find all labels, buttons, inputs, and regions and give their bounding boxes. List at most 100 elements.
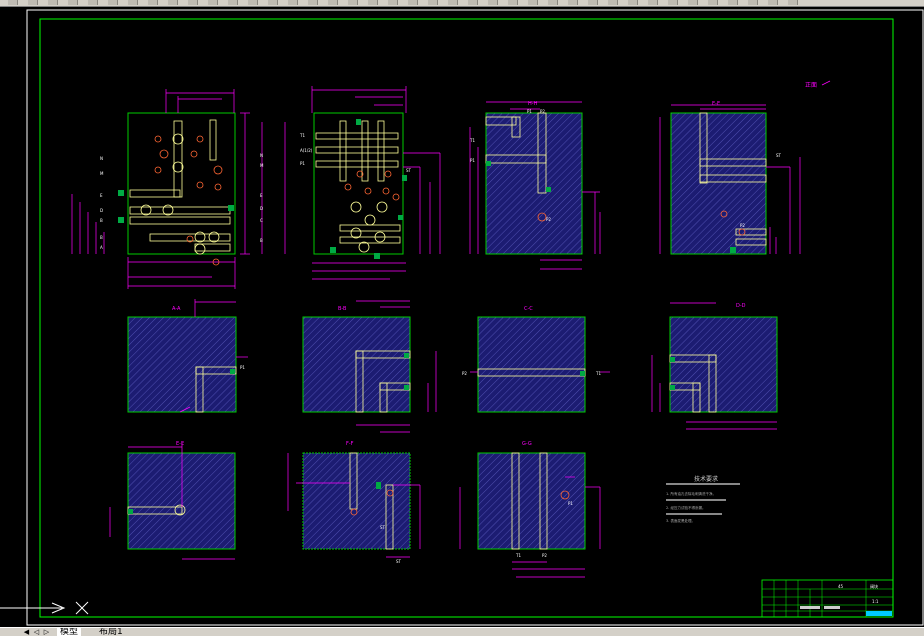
svg-text:E-E: E-E bbox=[712, 101, 720, 107]
view-side: T1 A(1/2) P1 ST bbox=[299, 86, 441, 280]
svg-text:D-D: D-D bbox=[736, 303, 746, 309]
toolbar-button[interactable] bbox=[108, 0, 118, 5]
view-e-e-bottom: E-E bbox=[109, 441, 236, 560]
svg-text:N: N bbox=[260, 153, 263, 158]
svg-text:T1: T1 bbox=[515, 553, 521, 558]
svg-text:P2: P2 bbox=[540, 109, 545, 114]
drawing-canvas[interactable]: 正面 NME DBBA NMEDCB T1 A(1/2) P1 ST H-H T… bbox=[0, 7, 924, 627]
svg-text:D: D bbox=[100, 208, 103, 213]
svg-text:T1: T1 bbox=[595, 371, 601, 376]
toolbar-button[interactable] bbox=[68, 0, 78, 5]
toolbar-button[interactable] bbox=[548, 0, 558, 5]
toolbar-button[interactable] bbox=[488, 0, 498, 5]
svg-text:ST: ST bbox=[380, 525, 386, 530]
view-g-g: G-G T1 P2 P1 bbox=[459, 441, 601, 578]
svg-text:T1: T1 bbox=[299, 133, 305, 138]
svg-text:P1: P1 bbox=[568, 501, 573, 506]
toolbar-button[interactable] bbox=[168, 0, 178, 5]
svg-text:A(1/2): A(1/2) bbox=[300, 148, 313, 153]
svg-text:1:1: 1:1 bbox=[872, 599, 879, 604]
toolbar-button[interactable] bbox=[348, 0, 358, 5]
toolbar-button[interactable] bbox=[288, 0, 298, 5]
svg-text:B: B bbox=[260, 238, 263, 243]
toolbar-button[interactable] bbox=[8, 0, 18, 5]
svg-text:A-A: A-A bbox=[172, 306, 181, 312]
toolbar-button[interactable] bbox=[368, 0, 378, 5]
svg-text:B: B bbox=[100, 235, 103, 240]
svg-text:B: B bbox=[100, 218, 103, 223]
svg-text:M: M bbox=[100, 171, 104, 176]
svg-text:C: C bbox=[260, 218, 263, 223]
svg-text:P2: P2 bbox=[546, 217, 551, 222]
toolbar-button[interactable] bbox=[608, 0, 618, 5]
svg-text:1. 所有油孔去除毛刺清洗干净。: 1. 所有油孔去除毛刺清洗干净。 bbox=[666, 491, 716, 496]
toolbar-button[interactable] bbox=[128, 0, 138, 5]
svg-text:C-C: C-C bbox=[524, 306, 533, 312]
toolbar-button[interactable] bbox=[788, 0, 798, 5]
toolbar-button[interactable] bbox=[648, 0, 658, 5]
view-c-c: C-C P2 T1 bbox=[462, 306, 610, 413]
svg-text:技术要求: 技术要求 bbox=[694, 475, 718, 483]
toolbar-button[interactable] bbox=[768, 0, 778, 5]
svg-text:阀块: 阀块 bbox=[870, 583, 878, 589]
svg-text:3. 表面发黑处理。: 3. 表面发黑处理。 bbox=[666, 518, 695, 523]
view-a-a: A-A P1 bbox=[127, 299, 248, 413]
svg-text:D: D bbox=[260, 206, 263, 211]
svg-text:E: E bbox=[260, 193, 263, 198]
toolbar-button[interactable] bbox=[628, 0, 638, 5]
svg-text:P1: P1 bbox=[300, 161, 305, 166]
toolbar-button[interactable] bbox=[568, 0, 578, 5]
toolbar-button[interactable] bbox=[48, 0, 58, 5]
svg-text:P1: P1 bbox=[240, 365, 245, 370]
svg-text:A: A bbox=[100, 245, 103, 250]
ucs-axis-icon bbox=[0, 601, 89, 615]
toolbar-button[interactable] bbox=[228, 0, 238, 5]
toolbar-button[interactable] bbox=[208, 0, 218, 5]
svg-text:P2: P2 bbox=[542, 553, 547, 558]
toolbar-button[interactable] bbox=[448, 0, 458, 5]
svg-text:N: N bbox=[100, 156, 103, 161]
toolbar-button[interactable] bbox=[668, 0, 678, 5]
toolbar-button[interactable] bbox=[508, 0, 518, 5]
toolbar-button[interactable] bbox=[328, 0, 338, 5]
toolbar-button[interactable] bbox=[248, 0, 258, 5]
toolbar-button[interactable] bbox=[188, 0, 198, 5]
toolbar-button[interactable] bbox=[468, 0, 478, 5]
view-f-f: F-F ST ST bbox=[287, 441, 421, 564]
svg-text:M: M bbox=[260, 163, 264, 168]
toolbar-button[interactable] bbox=[308, 0, 318, 5]
view-h-h: H-H T1P1 P1 P2 P2 bbox=[469, 101, 601, 270]
title-block: 45 阀块 1:1 bbox=[761, 579, 894, 618]
view-e-e-top: E-E ST P2 bbox=[659, 101, 801, 255]
svg-text:P1: P1 bbox=[527, 109, 532, 114]
svg-text:ST: ST bbox=[776, 153, 782, 158]
toolbar-button[interactable] bbox=[28, 0, 38, 5]
toolbar-button[interactable] bbox=[688, 0, 698, 5]
svg-text:45: 45 bbox=[838, 584, 844, 589]
view-d-d: D-D bbox=[651, 302, 778, 430]
view-front: NME DBBA NMEDCB bbox=[71, 89, 286, 289]
toolbar-button[interactable] bbox=[408, 0, 418, 5]
toolbar-button[interactable] bbox=[728, 0, 738, 5]
toolbar-button[interactable] bbox=[88, 0, 98, 5]
svg-text:P2: P2 bbox=[462, 371, 467, 376]
svg-text:B-B: B-B bbox=[338, 306, 347, 312]
svg-text:E-E: E-E bbox=[176, 441, 184, 447]
toolbar-button[interactable] bbox=[528, 0, 538, 5]
svg-text:ST: ST bbox=[406, 168, 412, 173]
view-b-b: B-B bbox=[302, 300, 437, 433]
toolbar-button[interactable] bbox=[388, 0, 398, 5]
svg-text:T1: T1 bbox=[469, 138, 475, 143]
technical-requirements: 技术要求 1. 所有油孔去除毛刺清洗干净。 2. 经压力试验不得渗漏。 3. 表… bbox=[666, 475, 740, 523]
svg-text:P1: P1 bbox=[470, 158, 475, 163]
svg-text:ST: ST bbox=[396, 559, 402, 564]
corner-note-arrow bbox=[821, 80, 831, 86]
svg-text:P2: P2 bbox=[740, 223, 745, 228]
toolbar-button[interactable] bbox=[748, 0, 758, 5]
toolbar-button[interactable] bbox=[588, 0, 598, 5]
toolbar-button[interactable] bbox=[428, 0, 438, 5]
toolbar-button[interactable] bbox=[148, 0, 158, 5]
svg-text:F-F: F-F bbox=[346, 441, 354, 447]
toolbar-button[interactable] bbox=[268, 0, 278, 5]
toolbar-button[interactable] bbox=[708, 0, 718, 5]
